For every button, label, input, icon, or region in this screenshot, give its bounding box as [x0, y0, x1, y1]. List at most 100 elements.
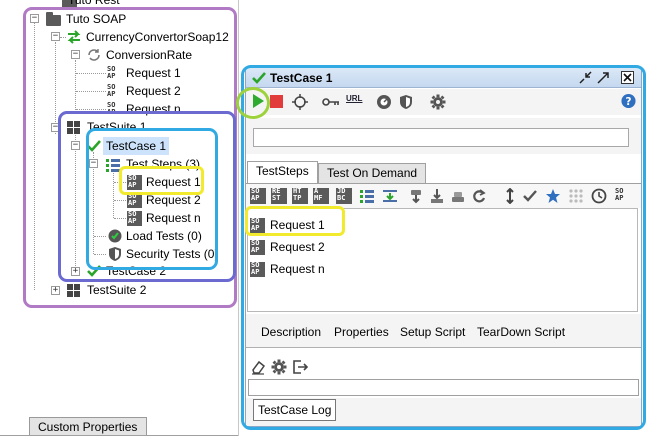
tab-strip: TestSteps Test On Demand: [246, 161, 641, 183]
test-steps-list: SO AP Request 1 SO AP Request 2 SO AP Reque…: [247, 208, 638, 312]
assertion-check-icon[interactable]: [522, 188, 538, 204]
reorder-arrows-icon[interactable]: [502, 188, 518, 204]
tree-item-label: Security Tests (0): [126, 247, 219, 261]
tab-teardown-script[interactable]: TearDown Script: [477, 325, 565, 339]
tree-item-label: CurrencyConvertorSoap12: [86, 30, 229, 44]
crosshair-icon[interactable]: [292, 94, 308, 110]
operation-refresh-icon: [88, 49, 100, 61]
expand-toggle[interactable]: +: [51, 286, 60, 295]
property-transfer-icon[interactable]: [382, 188, 398, 204]
collapse-toggle[interactable]: −: [51, 123, 60, 132]
log-output[interactable]: [248, 379, 639, 396]
tree-item-label: Tuto Rest: [68, 0, 120, 7]
url-button[interactable]: URL: [346, 94, 362, 110]
check-icon: [252, 72, 266, 84]
soap-request-icon: SO AP: [107, 101, 116, 116]
interface-arrows-icon: [67, 30, 81, 44]
collapse-toggle[interactable]: −: [89, 159, 98, 168]
add-amf-step-icon[interactable]: A MF: [313, 188, 329, 204]
tree-item-label: TestCase 2: [106, 264, 167, 278]
tree-line: [113, 170, 114, 218]
check-icon: [87, 140, 101, 152]
svg-text:?: ?: [625, 96, 631, 108]
soap-mock-icon[interactable]: SO AP: [615, 188, 631, 204]
help-icon[interactable]: ?: [620, 93, 637, 109]
soap-request-icon: SO AP: [250, 262, 265, 277]
tree-item-label: Request 1: [146, 175, 201, 189]
tree-item-label: TestSuite 1: [87, 120, 147, 134]
window-titlebar: TestCase 1: [246, 68, 641, 88]
tree-item-label: Request n: [146, 211, 201, 225]
star-icon[interactable]: [545, 188, 561, 204]
shield-icon[interactable]: [398, 94, 414, 110]
collapse-toggle[interactable]: −: [71, 141, 80, 150]
add-soap-step-icon[interactable]: SO AP: [250, 188, 266, 204]
tree-item-label: Load Tests (0): [126, 229, 202, 243]
step-label: Request 2: [270, 240, 325, 254]
play-icon[interactable]: [249, 92, 267, 110]
shield-icon: [109, 247, 121, 261]
soap-request-icon: SO AP: [127, 193, 142, 208]
log-toolbar: [246, 356, 641, 378]
load-test-gauge-icon: [108, 229, 122, 243]
dock-icon[interactable]: [579, 71, 592, 84]
custom-properties-tab[interactable]: Custom Properties: [29, 417, 147, 436]
navigator-panel: Tuto Rest − Tuto SOAP − CurrencyConverto…: [0, 0, 238, 436]
step-label: Request 1: [270, 218, 325, 232]
tab-properties[interactable]: Properties: [334, 325, 389, 339]
add-rest-step-icon[interactable]: RE ST: [271, 188, 287, 204]
tree-item-label: ConversionRate: [106, 48, 193, 62]
test-steps-list-icon: [106, 159, 120, 172]
gear-icon[interactable]: [271, 359, 287, 375]
collapse-toggle[interactable]: −: [71, 50, 80, 59]
add-jdbc-step-icon[interactable]: JD BC: [336, 188, 352, 204]
delay-icon[interactable]: [450, 188, 466, 204]
soap-request-icon: SO AP: [250, 240, 265, 255]
gear-icon[interactable]: [430, 94, 446, 110]
filter-input[interactable]: [253, 128, 629, 147]
soap-request-icon: SO AP: [107, 83, 116, 98]
collapse-toggle[interactable]: −: [30, 14, 39, 23]
gauge-icon[interactable]: [376, 94, 392, 110]
folder-icon: [46, 12, 61, 26]
tree-item-label: Test Steps (3): [126, 157, 201, 171]
testcase-window: TestCase 1 URL ? TestSteps Test On Deman…: [245, 67, 642, 427]
panel-divider: [238, 0, 239, 436]
filter-row: [246, 118, 641, 154]
maximize-icon[interactable]: [597, 71, 610, 84]
tab-description[interactable]: Description: [261, 325, 321, 339]
soap-request-icon: SO AP: [250, 218, 265, 233]
tree-item-label: TestCase 1: [103, 137, 170, 155]
log-tab-strip: TestCase Log: [246, 398, 641, 426]
grid-dots-icon[interactable]: [568, 188, 584, 204]
testcase-toolbar: URL ?: [246, 89, 641, 115]
run-testcase-icon[interactable]: [429, 188, 445, 204]
tab-testcase-log[interactable]: TestCase Log: [253, 399, 337, 421]
tree-line: [34, 18, 35, 290]
collapse-toggle[interactable]: −: [51, 32, 60, 41]
tab-setup-script[interactable]: Setup Script: [400, 325, 465, 339]
expand-toggle[interactable]: +: [71, 267, 80, 276]
add-steps-list-icon[interactable]: [359, 188, 375, 204]
add-http-step-icon[interactable]: HT TP: [292, 188, 308, 204]
eraser-icon[interactable]: [250, 359, 266, 375]
close-icon[interactable]: [621, 71, 634, 84]
tree-line: [75, 135, 76, 272]
check-icon: [87, 265, 101, 277]
tree-item-label: TestSuite 2: [87, 283, 147, 297]
stop-icon[interactable]: [270, 95, 283, 108]
loop-icon[interactable]: [471, 188, 487, 204]
tree-item-label: Request n: [126, 102, 181, 116]
clock-icon[interactable]: [591, 188, 607, 204]
step-label: Request n: [270, 262, 325, 276]
soap-request-icon: SO AP: [127, 211, 142, 226]
soap-request-icon: SO AP: [107, 65, 116, 80]
export-icon[interactable]: [292, 359, 308, 375]
tab-test-on-demand[interactable]: Test On Demand: [318, 163, 427, 183]
tree-item-label: Request 2: [126, 84, 181, 98]
key-icon[interactable]: [322, 94, 340, 110]
tab-teststeps[interactable]: TestSteps: [247, 161, 318, 183]
testsuite-grid-icon: [67, 121, 80, 134]
conditional-goto-icon[interactable]: [408, 188, 424, 204]
tree-line: [55, 42, 56, 134]
